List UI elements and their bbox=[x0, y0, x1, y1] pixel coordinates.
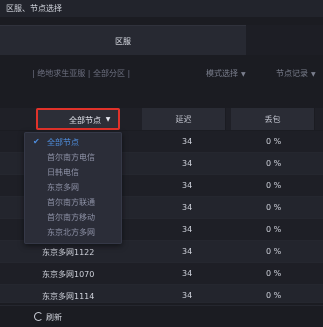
loss-value: 0 % bbox=[266, 137, 282, 146]
table-header: 全部节点 ▼ 延迟 丢包 bbox=[0, 108, 323, 130]
latency-value: 34 bbox=[182, 137, 193, 146]
table-row[interactable]: 东京多网1070 34 0 % bbox=[0, 263, 323, 285]
latency-header[interactable]: 延迟 bbox=[142, 108, 226, 130]
node-name: 东京多网1114 bbox=[42, 292, 95, 301]
tab-region-label: 区服 bbox=[115, 37, 131, 46]
node-record-dropdown[interactable]: 节点记录 ▼ bbox=[276, 68, 316, 79]
table-row[interactable]: 东京多网1114 34 0 % bbox=[0, 285, 323, 303]
tab-bar: 区服 bbox=[0, 25, 323, 55]
window-titlebar: 区服、节点选择 bbox=[0, 0, 323, 17]
node-filter-dropdown[interactable]: 全部节点 ▼ bbox=[36, 108, 120, 130]
latency-value: 34 bbox=[182, 269, 193, 278]
latency-value: 34 bbox=[182, 247, 193, 256]
dropdown-option[interactable]: 东京多网 bbox=[47, 182, 79, 193]
mode-select-dropdown[interactable]: 模式选择 ▼ bbox=[206, 68, 246, 79]
latency-value: 34 bbox=[182, 291, 193, 300]
dropdown-option[interactable]: 首尔南方电信 bbox=[47, 152, 95, 163]
node-name: 东京多网1122 bbox=[42, 248, 95, 257]
node-record-label: 节点记录 bbox=[276, 69, 308, 78]
latency-value: 34 bbox=[182, 159, 193, 168]
breadcrumb[interactable]: | 绝地求生亚服 | 全部分区 | bbox=[32, 68, 130, 79]
node-name: 东京多网1070 bbox=[42, 270, 95, 279]
refresh-icon[interactable] bbox=[34, 312, 43, 321]
checkmark-icon: ✔ bbox=[33, 137, 40, 146]
window-title: 区服、节点选择 bbox=[6, 4, 62, 13]
loss-value: 0 % bbox=[266, 269, 282, 278]
chevron-down-icon: ▼ bbox=[105, 116, 111, 123]
loss-header[interactable]: 丢包 bbox=[231, 108, 315, 130]
dropdown-option[interactable]: 首尔南方联通 bbox=[47, 197, 95, 208]
dropdown-option[interactable]: 首尔南方移动 bbox=[47, 212, 95, 223]
dropdown-option[interactable]: 日韩电信 bbox=[47, 167, 79, 178]
loss-value: 0 % bbox=[266, 203, 282, 212]
latency-value: 34 bbox=[182, 203, 193, 212]
latency-header-label: 延迟 bbox=[175, 115, 192, 124]
dropdown-option[interactable]: 东京北方多网 bbox=[47, 227, 95, 238]
table-row[interactable]: 东京多网1122 34 0 % bbox=[0, 241, 323, 263]
loss-value: 0 % bbox=[266, 247, 282, 256]
loss-value: 0 % bbox=[266, 225, 282, 234]
chevron-down-icon: ▼ bbox=[311, 71, 316, 78]
latency-value: 34 bbox=[182, 225, 193, 234]
footer-bar: 刷新 bbox=[0, 305, 323, 327]
tab-region[interactable]: 区服 bbox=[0, 25, 246, 55]
node-dropdown-menu: ✔ 全部节点 首尔南方电信 日韩电信 东京多网 首尔南方联通 首尔南方移动 东京… bbox=[24, 132, 122, 244]
filter-bar: | 绝地求生亚服 | 全部分区 | 模式选择 ▼ 节点记录 ▼ bbox=[0, 60, 323, 88]
refresh-button[interactable]: 刷新 bbox=[46, 312, 62, 323]
mode-select-label: 模式选择 bbox=[206, 69, 238, 78]
loss-header-label: 丢包 bbox=[264, 115, 281, 124]
loss-value: 0 % bbox=[266, 291, 282, 300]
loss-value: 0 % bbox=[266, 159, 282, 168]
dropdown-option[interactable]: 全部节点 bbox=[47, 137, 79, 148]
loss-value: 0 % bbox=[266, 181, 282, 190]
chevron-down-icon: ▼ bbox=[241, 71, 246, 78]
latency-value: 34 bbox=[182, 181, 193, 190]
